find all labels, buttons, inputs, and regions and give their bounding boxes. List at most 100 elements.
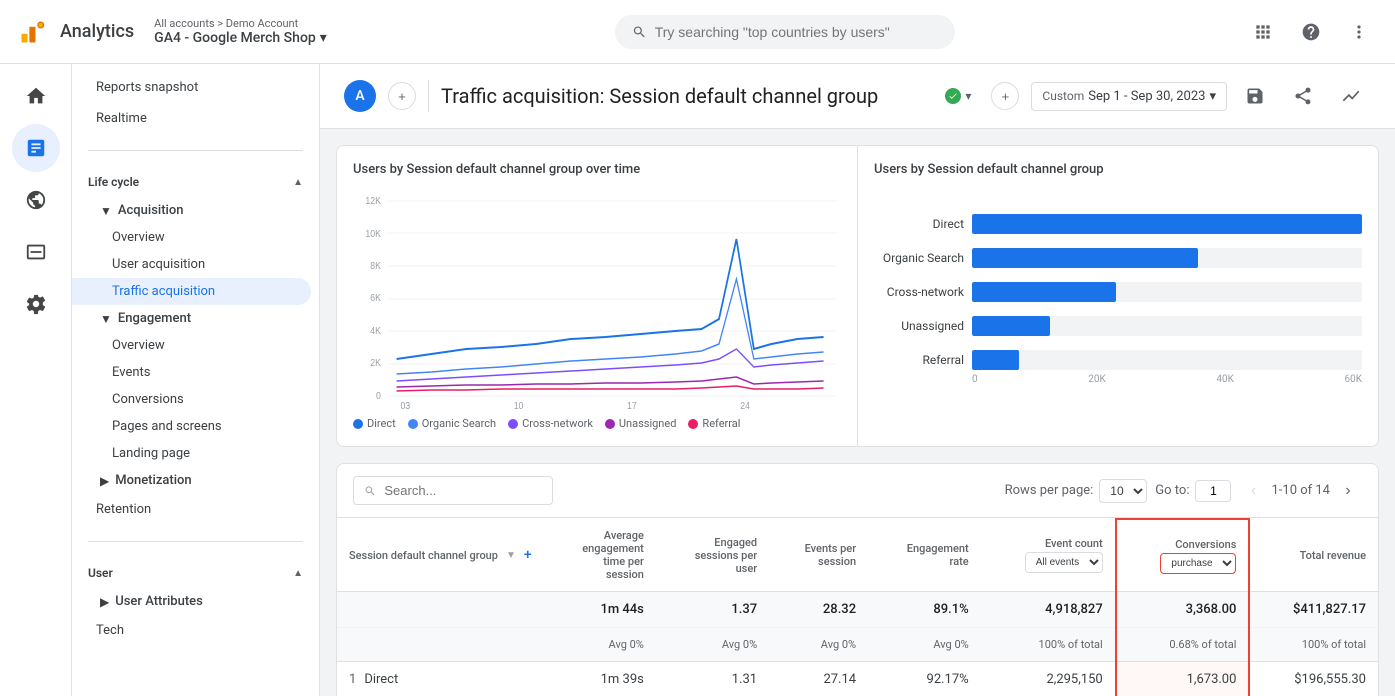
- svg-text:Sep: Sep: [398, 408, 413, 409]
- search-input[interactable]: [655, 24, 938, 40]
- rows-per-page-select[interactable]: 10 25 50: [1099, 479, 1147, 503]
- summary-engaged: 1.37: [656, 592, 769, 628]
- bar-track-direct: [972, 214, 1362, 234]
- legend-cross-dot: [508, 419, 518, 429]
- svg-text:4K: 4K: [370, 325, 381, 336]
- sidebar-item-acq-overview[interactable]: Overview: [72, 224, 311, 251]
- bar-track-unassigned: [972, 316, 1362, 336]
- row1-channel: 1Direct: [337, 662, 544, 696]
- date-range-picker[interactable]: Custom Sep 1 - Sep 30, 2023 ▾: [1031, 82, 1227, 111]
- advertising-icon[interactable]: [12, 228, 60, 276]
- reports-icon[interactable]: [12, 124, 60, 172]
- sidebar-item-engagement[interactable]: ▼ Engagement: [72, 305, 319, 332]
- insights-icon[interactable]: [1331, 76, 1371, 116]
- nav-section-top: Reports snapshot Realtime: [72, 64, 319, 142]
- sidebar-item-acquisition[interactable]: ▼ Acquisition: [72, 197, 319, 224]
- bar-label-cross: Cross-network: [874, 285, 964, 299]
- data-table: Session default channel group ▼ + Averag…: [337, 518, 1378, 696]
- bar-track-organic: [972, 248, 1362, 268]
- avg-avg-time: Avg 0%: [544, 628, 656, 662]
- bar-fill-cross: [972, 282, 1116, 302]
- avg-revenue: 100% of total: [1249, 628, 1378, 662]
- share-icon[interactable]: [1283, 76, 1323, 116]
- chevron-up2-icon: ▲: [293, 568, 303, 579]
- configure-icon[interactable]: [12, 280, 60, 328]
- sidebar-item-reports-snapshot[interactable]: Reports snapshot: [72, 72, 311, 103]
- rows-per-page: Rows per page: 10 25 50: [1005, 479, 1148, 503]
- table-search-input[interactable]: [384, 483, 542, 498]
- bar-label-unassigned: Unassigned: [874, 319, 964, 333]
- add-annotation-button[interactable]: +: [991, 82, 1019, 110]
- more-icon[interactable]: [1339, 12, 1379, 52]
- chevron-down-status-icon[interactable]: ▾: [965, 89, 971, 103]
- bar-x-axis: 0 20K 40K 60K: [972, 374, 1362, 385]
- topbar-icons: [1243, 12, 1379, 52]
- event-count-select[interactable]: All events: [1025, 552, 1103, 573]
- prev-page-button[interactable]: ‹: [1239, 477, 1267, 505]
- user-header[interactable]: User ▲: [72, 558, 319, 588]
- add-comparison-button[interactable]: +: [388, 82, 416, 110]
- bar-chart-panel: Users by Session default channel group D…: [858, 146, 1378, 446]
- sidebar-item-tech[interactable]: Tech: [72, 615, 311, 646]
- search-icon: [632, 24, 647, 40]
- next-page-button[interactable]: ›: [1334, 477, 1362, 505]
- goto-input[interactable]: [1195, 480, 1231, 502]
- lifecycle-header[interactable]: Life cycle ▲: [72, 167, 319, 197]
- save-report-icon[interactable]: [1235, 76, 1275, 116]
- th-avg-time: Averageengagementtime persession: [544, 519, 656, 592]
- svg-text:17: 17: [627, 400, 637, 409]
- charts-row: Users by Session default channel group o…: [336, 145, 1379, 447]
- page-header: A + Traffic acquisition: Session default…: [320, 64, 1395, 129]
- calendar-chevron-icon: ▾: [1209, 89, 1216, 104]
- main-layout: Reports snapshot Realtime Life cycle ▲ ▼…: [0, 64, 1395, 696]
- svg-text:24: 24: [740, 400, 750, 409]
- sort-icon[interactable]: ▼: [506, 550, 516, 561]
- th-revenue: Total revenue: [1249, 519, 1378, 592]
- apps-icon[interactable]: [1243, 12, 1283, 52]
- th-engaged: Engagedsessions peruser: [656, 519, 769, 592]
- th-events-per: Events persession: [769, 519, 868, 592]
- divider: [88, 150, 303, 151]
- page-info: 1-10 of 14: [1271, 483, 1330, 498]
- conversions-select[interactable]: purchase: [1160, 553, 1236, 574]
- row1-avg-time: 1m 39s: [544, 662, 656, 696]
- account-name[interactable]: GA4 - Google Merch Shop ▾: [154, 30, 327, 46]
- sidebar-item-user-attributes[interactable]: ▶ User Attributes: [72, 588, 319, 615]
- explore-icon[interactable]: [12, 176, 60, 224]
- table-search[interactable]: [353, 476, 553, 505]
- separator: [428, 80, 429, 112]
- svg-text:10K: 10K: [365, 228, 381, 239]
- sidebar-item-eng-overview[interactable]: Overview: [72, 332, 311, 359]
- account-nav[interactable]: All accounts > Demo Account GA4 - Google…: [154, 17, 327, 46]
- row1-revenue: $196,555.30: [1249, 662, 1378, 696]
- sidebar-item-pages-screens[interactable]: Pages and screens: [72, 413, 311, 440]
- pagination-controls: Rows per page: 10 25 50 Go to: ‹ 1-10 o: [1005, 477, 1362, 505]
- sidebar-item-conversions[interactable]: Conversions: [72, 386, 311, 413]
- summary-label: [337, 592, 544, 628]
- home-icon[interactable]: [12, 72, 60, 120]
- bar-track-referral: [972, 350, 1362, 370]
- sidebar-item-realtime[interactable]: Realtime: [72, 103, 311, 134]
- app-logo: [16, 16, 48, 48]
- summary-events-per: 28.32: [769, 592, 868, 628]
- sidebar-item-user-acquisition[interactable]: User acquisition: [72, 251, 311, 278]
- add-col-icon[interactable]: +: [524, 547, 532, 563]
- search-bar[interactable]: [615, 15, 955, 49]
- sidebar-item-events[interactable]: Events: [72, 359, 311, 386]
- help-icon[interactable]: [1291, 12, 1331, 52]
- nav-section-lifecycle: Life cycle ▲ ▼ Acquisition Overview User…: [72, 159, 319, 533]
- sidebar-item-traffic-acquisition[interactable]: Traffic acquisition: [72, 278, 311, 305]
- legend-referral-dot: [688, 419, 698, 429]
- svg-text:8K: 8K: [370, 260, 381, 271]
- avg-row: Avg 0% Avg 0% Avg 0% Avg 0% 100% of tota…: [337, 628, 1378, 662]
- bar-chart-title: Users by Session default channel group: [874, 162, 1362, 177]
- sidebar-item-monetization[interactable]: ▶ Monetization: [72, 467, 319, 494]
- row1-engaged: 1.31: [656, 662, 769, 696]
- data-table-container: Rows per page: 10 25 50 Go to: ‹ 1-10 o: [336, 463, 1379, 696]
- sidebar-item-retention[interactable]: Retention: [72, 494, 311, 525]
- table-header-row: Session default channel group ▼ + Averag…: [337, 519, 1378, 592]
- avg-conversions: 0.68% of total: [1116, 628, 1250, 662]
- row1-event-count: 2,295,150: [981, 662, 1116, 696]
- sidebar-item-landing-page[interactable]: Landing page: [72, 440, 311, 467]
- chevron-down-sm-icon2: ▼: [100, 312, 112, 326]
